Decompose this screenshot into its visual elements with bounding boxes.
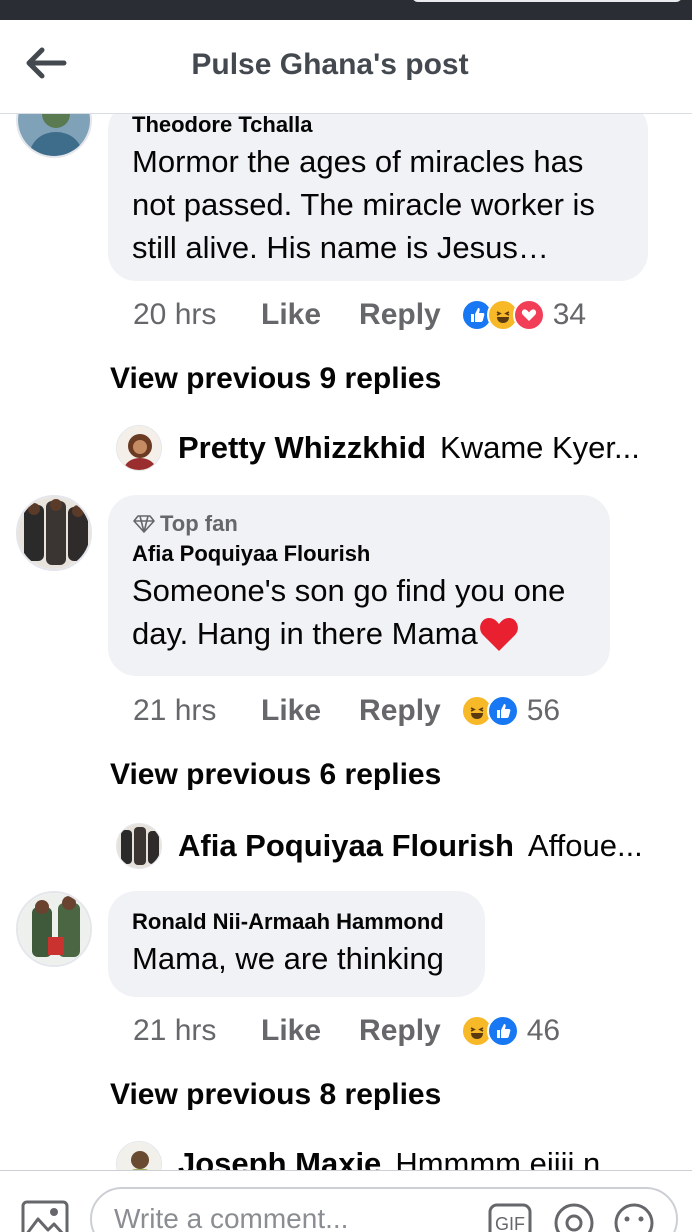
reply-text: Kwame Kyer... (440, 430, 640, 465)
reaction-summary[interactable]: 46 (460, 1014, 561, 1048)
emoji-icon[interactable] (612, 1201, 656, 1232)
header: Pulse Ghana's post (0, 20, 692, 114)
comment-text: not passed. The miracle worker is (132, 187, 595, 222)
reply-author: Afia Poquiyaa Flourish (178, 828, 514, 863)
reply-preview[interactable]: Pretty Whizzkhid Kwame Kyer... (116, 424, 640, 472)
reply-text: Affoue... (527, 828, 643, 863)
comment-text: still alive. His name is Jesus… (132, 230, 549, 265)
comment-author[interactable]: Theodore Tchalla (132, 114, 624, 140)
comment-timestamp[interactable]: 20 hrs (133, 298, 261, 332)
reaction-summary[interactable]: 34 (460, 298, 587, 332)
avatar (116, 1141, 162, 1170)
reaction-summary[interactable]: 56 (460, 694, 561, 728)
reply-button[interactable]: Reply (359, 1014, 441, 1048)
comment-text-line: day. Hang in there Mama (132, 612, 586, 655)
photo-icon[interactable] (20, 1199, 70, 1232)
comment-text: day. Hang in there Mama (132, 616, 478, 651)
reaction-count: 56 (526, 694, 561, 727)
status-bar-notch (412, 0, 682, 2)
like-icon (486, 695, 519, 727)
sticker-icon[interactable] (552, 1201, 596, 1232)
comment-actions: 21 hrs Like Reply 46 (133, 1011, 560, 1051)
comment-bubble[interactable]: Top fan Afia Poquiyaa Flourish Someone's… (108, 495, 610, 676)
reply-author: Pretty Whizzkhid (178, 430, 427, 465)
comment-bubble[interactable]: Ronald Nii-Armaah Hammond Mama, we are t… (108, 891, 485, 997)
like-button[interactable]: Like (261, 1014, 321, 1048)
reply-button[interactable]: Reply (359, 298, 441, 332)
reply-author: Joseph Maxie (178, 1146, 382, 1170)
comments-feed[interactable]: Theodore Tchalla Mormor the ages of mira… (0, 114, 692, 1170)
view-previous-replies[interactable]: View previous 6 replies (110, 758, 441, 792)
avatar[interactable] (16, 114, 92, 158)
like-icon (486, 1015, 519, 1047)
comment-text: Mama, we are thinking (132, 941, 444, 976)
view-previous-replies[interactable]: View previous 9 replies (110, 362, 441, 396)
like-button[interactable]: Like (261, 298, 321, 332)
red-heart-icon (479, 617, 518, 651)
avatar[interactable] (16, 495, 92, 571)
avatar (116, 425, 162, 471)
comment-author[interactable]: Afia Poquiyaa Flourish (132, 539, 586, 569)
reply-preview[interactable]: Afia Poquiyaa Flourish Affoue... (116, 822, 643, 870)
gif-label: GIF (495, 1214, 525, 1232)
page-title: Pulse Ghana's post (191, 48, 469, 81)
top-fan-badge: Top fan (132, 509, 586, 539)
comment-author[interactable]: Ronald Nii-Armaah Hammond (132, 907, 461, 937)
comment-actions: 21 hrs Like Reply 56 (133, 691, 560, 731)
reply-preview[interactable]: Joseph Maxie Hmmmm eiiii n (116, 1140, 600, 1170)
top-fan-label: Top fan (160, 511, 238, 536)
status-bar (0, 0, 692, 20)
view-previous-replies[interactable]: View previous 8 replies (110, 1078, 441, 1112)
comment-timestamp[interactable]: 21 hrs (133, 694, 261, 728)
diamond-icon (133, 515, 155, 533)
avatar[interactable] (16, 891, 92, 967)
love-icon (512, 299, 545, 331)
comment-text: Mormor the ages of miracles has (132, 144, 584, 179)
reaction-count: 34 (552, 298, 587, 331)
like-button[interactable]: Like (261, 694, 321, 728)
reaction-count: 46 (526, 1014, 561, 1047)
comment-text: Someone's son go find you one (132, 573, 566, 608)
comment-actions: 20 hrs Like Reply 34 (133, 295, 586, 335)
reply-button[interactable]: Reply (359, 694, 441, 728)
comment-bubble[interactable]: Theodore Tchalla Mormor the ages of mira… (108, 114, 648, 281)
avatar (116, 823, 162, 869)
comment-composer: GIF (0, 1170, 692, 1232)
gif-icon[interactable]: GIF (488, 1201, 532, 1232)
reply-text: Hmmmm eiiii n (395, 1146, 601, 1170)
comment-timestamp[interactable]: 21 hrs (133, 1014, 261, 1048)
